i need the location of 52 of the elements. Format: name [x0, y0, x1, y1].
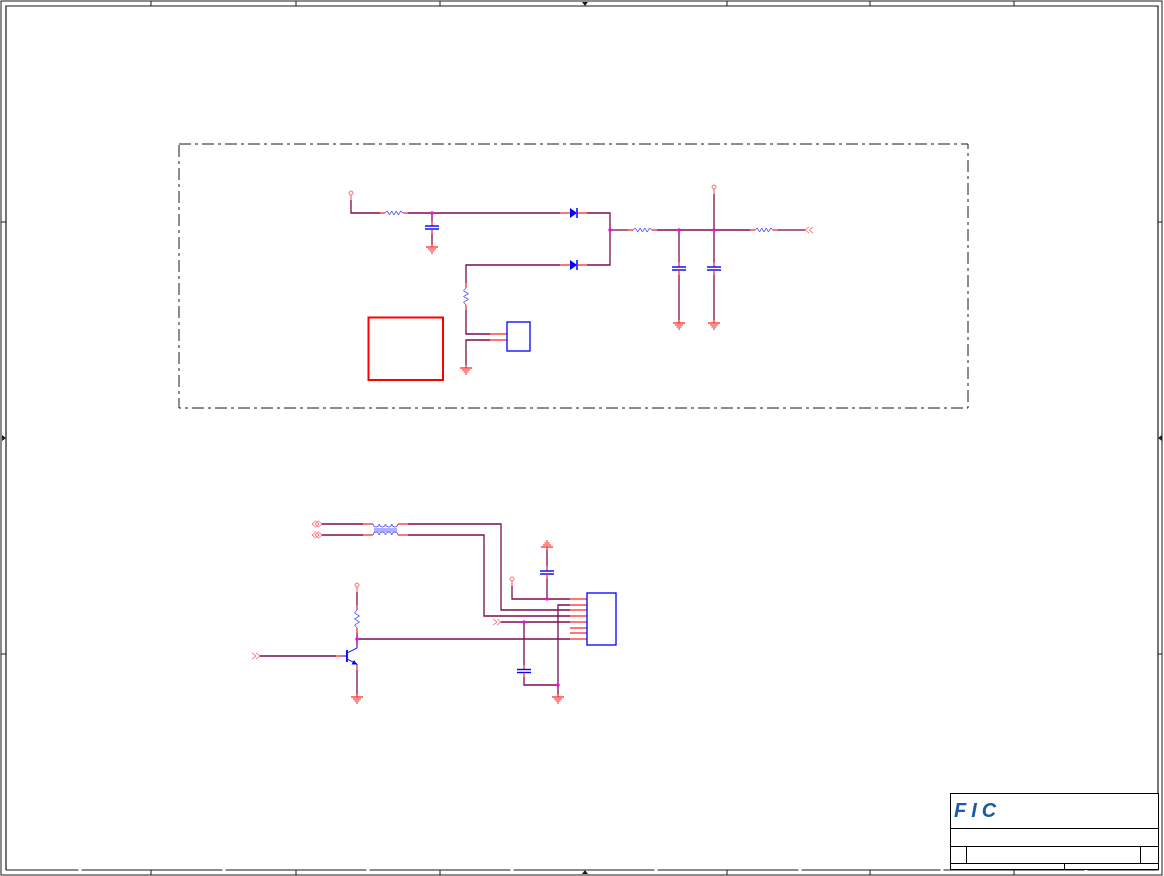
junction-dot-icon	[608, 228, 612, 232]
port-chevron-icon	[251, 652, 261, 660]
ground-icon	[707, 319, 721, 330]
diode-icon	[559, 207, 588, 219]
wire	[777, 229, 806, 231]
wire	[350, 199, 381, 214]
power-pin-icon	[509, 576, 515, 587]
diode-icon	[559, 259, 588, 271]
resistor-icon	[354, 604, 360, 634]
port-diamond-icon	[311, 531, 323, 539]
ground-icon	[540, 540, 554, 551]
junction-dot-icon	[355, 637, 359, 641]
ground-icon	[425, 243, 439, 254]
power-pin-icon	[354, 582, 360, 593]
port-chevron-icon	[492, 618, 502, 626]
wire	[465, 309, 491, 335]
junction-dot-icon	[545, 597, 549, 601]
wire	[431, 232, 433, 245]
resistor-icon	[627, 227, 658, 233]
junction-dot-icon	[522, 620, 526, 624]
wire	[465, 339, 491, 366]
wire	[713, 273, 715, 321]
connector-icon	[569, 592, 617, 646]
wire	[356, 591, 358, 606]
capacitor-icon	[671, 261, 687, 276]
junction-dot-icon	[430, 211, 434, 215]
choke-icon	[362, 523, 409, 536]
port-chevron-icon	[804, 226, 814, 234]
capacitor-icon	[424, 220, 440, 235]
junction-dot-icon	[712, 228, 716, 232]
wire	[678, 273, 680, 321]
port-diamond-icon	[311, 520, 323, 528]
ground-icon	[672, 319, 686, 330]
wire	[321, 534, 364, 536]
ground-icon	[551, 693, 565, 704]
power-pin-icon	[348, 190, 354, 201]
component-icon	[489, 321, 531, 352]
capacitor-icon	[539, 565, 555, 580]
resistor-icon	[463, 282, 469, 311]
resistor-icon	[749, 227, 779, 233]
capacitor-icon	[516, 664, 532, 678]
power-pin-icon	[711, 184, 717, 195]
company-logo: FIC	[954, 800, 1002, 820]
ground-icon	[350, 693, 364, 704]
capacitor-icon	[706, 261, 722, 276]
junction-dot-icon	[556, 683, 560, 687]
resistor-icon	[379, 210, 409, 216]
wire	[321, 523, 364, 525]
junction-dot-icon	[677, 228, 681, 232]
ground-icon	[459, 364, 473, 375]
wire	[356, 669, 358, 695]
transistor-icon	[335, 644, 358, 671]
